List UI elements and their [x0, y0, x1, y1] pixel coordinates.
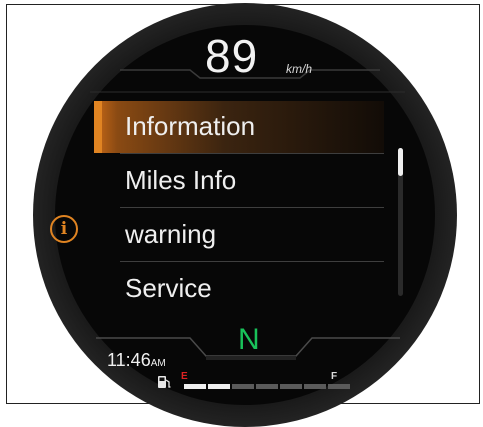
fuel-full-label: F: [331, 371, 338, 382]
menu-divider: [120, 261, 384, 262]
fuel-gauge-segment: [304, 384, 326, 389]
fuel-empty-label: E: [181, 371, 188, 382]
clock-ampm: AM: [150, 358, 166, 369]
menu-item-label: Information: [125, 111, 256, 141]
fuel-gauge-segment: [328, 384, 350, 389]
info-icon: i: [50, 215, 78, 243]
menu-item-service[interactable]: Service: [94, 263, 384, 315]
menu-item-label: Service: [125, 273, 212, 303]
gear-indicator: N: [238, 323, 260, 356]
speed-unit: km/h: [286, 62, 313, 76]
menu-item-miles-info[interactable]: Miles Info: [94, 155, 384, 207]
menu-item-warning[interactable]: warning: [94, 209, 384, 261]
clock: 11:46AM: [107, 350, 166, 374]
menu-item-label: warning: [125, 219, 217, 249]
menu-item-label: Miles Info: [125, 165, 237, 195]
selection-indicator: [94, 101, 102, 153]
menu-divider: [120, 153, 384, 154]
fuel-gauge-segment: [208, 384, 230, 389]
fuel-pump-icon: [158, 376, 171, 388]
clock-time: 11:46: [107, 350, 151, 370]
menu-scrollbar-thumb[interactable]: [398, 148, 403, 176]
menu-divider: [120, 207, 384, 208]
fuel-gauge-segment: [280, 384, 302, 389]
fuel-gauge-segment: [184, 384, 206, 389]
speed-readout: 89: [205, 30, 259, 82]
menu-item-information[interactable]: Information: [94, 101, 384, 153]
fuel-gauge-segment: [232, 384, 254, 389]
fuel-gauge-segment: [256, 384, 278, 389]
